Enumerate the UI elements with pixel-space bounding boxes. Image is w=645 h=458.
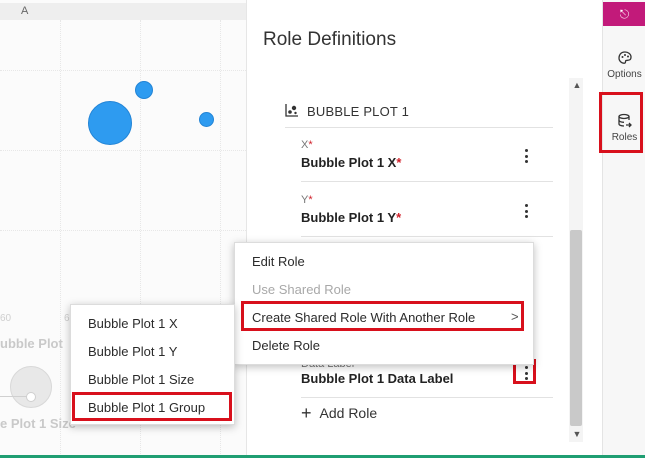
panel-title: Role Definitions: [263, 29, 397, 50]
grid-line: [0, 150, 246, 151]
menu-item-delete-role[interactable]: Delete Role: [235, 333, 533, 359]
role-value: Bubble Plot 1 X: [301, 155, 397, 170]
role-context-menu: Edit Role Use Shared Role Create Shared …: [234, 242, 534, 365]
more-options-icon[interactable]: [525, 204, 529, 220]
menu-item-use-shared-role: Use Shared Role: [252, 282, 351, 297]
required-marker: *: [308, 194, 313, 206]
highlight-box: [599, 92, 643, 153]
role-value: Bubble Plot 1 Y: [301, 210, 397, 225]
bubble-plot-icon: [285, 104, 298, 117]
plus-icon: +: [301, 403, 312, 423]
column-header: A: [0, 3, 246, 20]
more-options-icon[interactable]: [525, 149, 529, 165]
axis-tick: 60: [0, 313, 12, 324]
required-marker: *: [396, 155, 402, 170]
grid-line: [0, 230, 246, 231]
pushpin-icon[interactable]: ⎋: [603, 2, 645, 26]
highlight-box: [72, 392, 232, 421]
highlight-box: [241, 301, 524, 331]
options-label: Options: [607, 69, 642, 80]
grid-line: [60, 20, 61, 458]
options-button[interactable]: Options: [603, 50, 645, 80]
faded-axis-title: ubble Plot: [0, 336, 63, 351]
required-marker: *: [396, 210, 402, 225]
scroll-up-icon[interactable]: ▲: [572, 80, 582, 90]
plot-section-header: BUBBLE PLOT 1: [285, 101, 553, 128]
submenu-item[interactable]: Bubble Plot 1 Size: [71, 367, 234, 393]
scrollbar-thumb[interactable]: [570, 230, 582, 426]
role-value: Bubble Plot 1 Data Label: [301, 371, 454, 386]
required-marker: *: [308, 139, 313, 151]
role-row-y: Y* Bubble Plot 1 Y*: [301, 184, 553, 237]
plot-name: BUBBLE PLOT 1: [307, 104, 410, 119]
bubble-large[interactable]: [88, 101, 132, 145]
shared-role-submenu: Bubble Plot 1 X Bubble Plot 1 Y Bubble P…: [70, 304, 235, 425]
side-rail: ⎋ Options Roles: [599, 0, 645, 458]
scroll-down-icon[interactable]: ▼: [572, 429, 582, 439]
faded-legend-title: e Plot 1 Size: [0, 416, 76, 431]
palette-icon: [617, 51, 632, 64]
add-role-label: Add Role: [319, 405, 378, 421]
legend-marker: [26, 392, 36, 402]
bubble-small[interactable]: [135, 81, 153, 99]
axis-tick: 6: [64, 313, 70, 324]
bubble-small[interactable]: [199, 112, 214, 127]
role-definitions-panel: Role Definitions BUBBLE PLOT 1 X* Bubble…: [247, 0, 602, 458]
role-row-x: X* Bubble Plot 1 X*: [301, 129, 553, 182]
submenu-item[interactable]: Bubble Plot 1 Y: [71, 339, 234, 365]
grid-line: [0, 70, 246, 71]
add-role-button[interactable]: + Add Role: [301, 402, 377, 423]
column-letter: A: [21, 5, 29, 17]
menu-item-edit-role[interactable]: Edit Role: [235, 249, 533, 275]
submenu-item[interactable]: Bubble Plot 1 X: [71, 311, 234, 337]
